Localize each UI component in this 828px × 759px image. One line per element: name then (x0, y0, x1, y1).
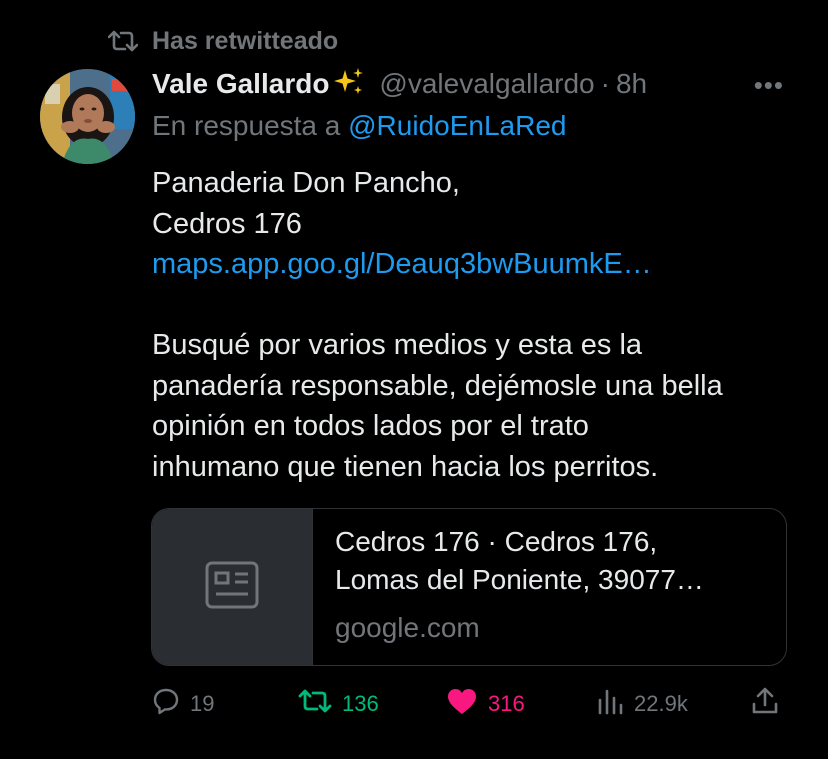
body-line: Cedros 176 (152, 207, 302, 240)
card-thumbnail (152, 509, 313, 665)
reply-prefix: En respuesta a (152, 110, 349, 141)
share-icon (750, 686, 780, 722)
share-button[interactable] (750, 684, 780, 724)
like-count: 316 (488, 691, 525, 716)
views-count: 22.9k (634, 691, 688, 716)
timestamp[interactable]: 8h (616, 68, 647, 100)
author-name[interactable]: Vale Gallardo (152, 68, 329, 100)
reply-button[interactable]: 19 (152, 684, 214, 724)
card-domain: google.com (335, 612, 480, 643)
separator-dot: · (600, 68, 610, 99)
views-icon (596, 687, 624, 721)
body-line: panadería responsable, dejémosle una bel… (152, 369, 723, 402)
tweet-body: Panaderia Don Pancho, Cedros 176 maps.ap… (152, 163, 792, 487)
article-icon (205, 561, 259, 614)
heart-icon (446, 687, 478, 721)
reply-mention-link[interactable]: @RuidoEnLaRed (348, 110, 566, 141)
body-line: inhumano que tienen hacia los perritos. (152, 450, 659, 483)
action-bar: 19 136 316 22.9k (150, 684, 790, 724)
retweet-button[interactable]: 136 (298, 684, 379, 724)
retweeted-label: Has retwitteado (152, 26, 339, 55)
body-line: opinión en todos lados por el trato (152, 410, 589, 442)
retweeted-indicator: Has retwitteado (108, 26, 338, 56)
body-line: Panaderia Don Pancho, (152, 167, 460, 199)
retweet-icon (108, 29, 138, 53)
avatar[interactable] (40, 69, 135, 164)
card-title-line: Cedros 176 · Cedros 176, (335, 526, 658, 557)
views-button[interactable]: 22.9k (596, 684, 688, 724)
body-line: Busqué por varios medios y esta es la (152, 329, 643, 361)
link-preview-card[interactable]: Cedros 176 · Cedros 176, Lomas del Ponie… (151, 508, 787, 666)
like-button[interactable]: 316 (446, 684, 525, 724)
sparkles-icon (333, 66, 365, 103)
retweet-icon (298, 688, 332, 720)
retweet-count: 136 (342, 691, 379, 716)
maps-link[interactable]: maps.app.goo.gl/Deauq3bwBuumkE… (152, 244, 792, 285)
more-options-icon[interactable]: ••• (754, 70, 784, 101)
reply-context: En respuesta a @RuidoEnLaRed (152, 110, 566, 150)
reply-count: 19 (190, 691, 215, 716)
author-handle[interactable]: @valevalgallardo (379, 68, 594, 100)
card-text: Cedros 176 · Cedros 176, Lomas del Ponie… (313, 509, 786, 665)
reply-icon (152, 687, 180, 721)
tweet-header: Vale Gallardo @valevalgallardo · 8h ••• (152, 64, 788, 104)
card-title-line: Lomas del Poniente, 39077… (335, 564, 704, 595)
